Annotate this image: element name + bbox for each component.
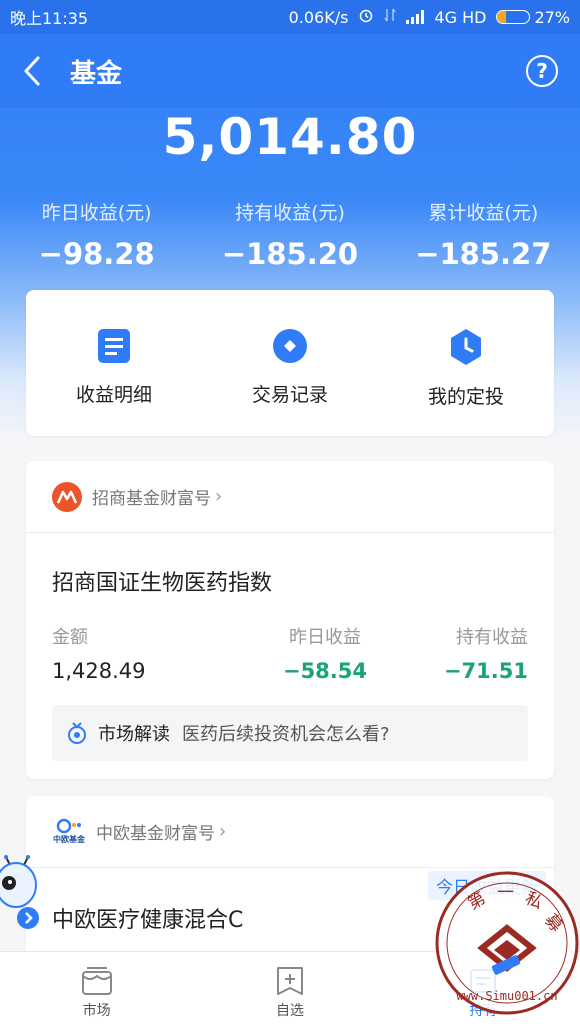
battery-icon — [496, 10, 531, 24]
alarm-icon — [358, 7, 374, 27]
assistant-mascot-button[interactable] — [0, 855, 46, 935]
fund-name: 招商国证生物医药指数 — [52, 571, 273, 596]
zhaoshang-logo-icon — [52, 481, 82, 512]
tab-label: 市场 — [82, 1003, 111, 1019]
metric-label: 累计收益(元) — [428, 202, 539, 224]
market-icon — [81, 967, 112, 995]
fund-col-value: −58.54 — [282, 659, 367, 683]
fund-col-label: 持有收益 — [455, 627, 528, 648]
page-title: 基金 — [70, 58, 123, 89]
fund-brand-name: 中欧基金财富号 — [96, 824, 215, 844]
insight-tag: 市场解读 — [98, 724, 170, 745]
quick-action-earnings-detail[interactable]: 收益明细 — [26, 290, 202, 436]
clock-icon — [451, 329, 481, 365]
quick-action-label: 收益明细 — [75, 384, 152, 406]
metric-label: 昨日收益(元) — [41, 202, 152, 224]
diamond-circle-icon — [273, 329, 307, 363]
fund-holding-profit: 持有收益 −71.51 — [393, 623, 528, 683]
battery-fill — [497, 11, 507, 23]
metric-value: −185.27 — [415, 237, 552, 271]
tab-watchlist[interactable]: 自选 — [193, 952, 386, 1031]
back-button[interactable] — [22, 51, 52, 91]
zhongou-logo-icon: 中欧基金 — [53, 818, 86, 844]
status-time: 晚上11:35 — [10, 9, 89, 28]
back-arrow-icon — [24, 56, 40, 86]
fund-brand-row[interactable]: 招商基金财富号 › — [26, 461, 554, 533]
chevron-right-icon: › — [215, 486, 223, 507]
fund-amount: 金额 1,428.49 — [52, 623, 187, 683]
quick-action-auto-invest[interactable]: 我的定投 — [378, 290, 554, 436]
battery-indicator: 27% — [496, 8, 570, 27]
robot-mascot-icon — [0, 855, 39, 929]
data-arrows-icon — [384, 7, 397, 27]
fund-card-zhaoshang[interactable]: 招商基金财富号 › 招商国证生物医药指数 金额 1,428.49 昨日收益 −5… — [26, 461, 554, 779]
metric-cumulative: 累计收益(元) −185.27 — [387, 198, 580, 271]
signal-icon — [406, 10, 425, 24]
status-network: 4G HD — [434, 7, 487, 27]
medal-icon — [68, 722, 86, 744]
fund-brand-name: 招商基金财富号 — [92, 489, 211, 509]
battery-percent: 27% — [534, 7, 570, 27]
metric-value: −98.28 — [38, 237, 155, 271]
metric-label: 持有收益(元) — [235, 202, 345, 224]
quick-action-transactions[interactable]: 交易记录 — [202, 290, 378, 436]
quick-action-label: 交易记录 — [251, 384, 328, 406]
tab-label: 自选 — [275, 1003, 304, 1019]
metric-holding: 持有收益(元) −185.20 — [193, 198, 386, 271]
watermark-stamp: 第 一 私 募 www.Simu001.cn — [432, 868, 580, 1018]
fund-col-label: 昨日收益 — [288, 627, 361, 648]
help-icon: ? — [536, 59, 548, 83]
chevron-right-icon: › — [219, 821, 227, 842]
help-button[interactable]: ? — [526, 55, 558, 87]
tab-market[interactable]: 市场 — [0, 952, 193, 1031]
status-net-speed: 0.06K/s — [288, 7, 349, 27]
quick-actions-card: 收益明细 交易记录 我的定投 — [26, 290, 554, 436]
svg-text:一: 一 — [497, 883, 514, 903]
document-icon — [98, 329, 130, 363]
fund-col-value: 1,428.49 — [52, 659, 146, 683]
fund-col-label: 金额 — [52, 627, 88, 648]
status-bar: 晚上11:35 0.06K/s 4G HD 27% — [0, 0, 580, 34]
profit-metrics: 昨日收益(元) −98.28 持有收益(元) −185.20 累计收益(元) −… — [0, 198, 580, 271]
svg-text:www.Simu001.cn: www.Simu001.cn — [456, 989, 557, 1003]
total-assets: 5,014.80 — [162, 108, 418, 166]
quick-action-label: 我的定投 — [427, 386, 504, 408]
svg-text:中欧基金: 中欧基金 — [53, 834, 86, 844]
fund-brand-row[interactable]: 中欧基金 中欧基金财富号 › — [26, 796, 554, 868]
metric-value: −185.20 — [221, 237, 359, 271]
fund-col-value: −71.51 — [443, 659, 528, 683]
fund-yesterday-profit: 昨日收益 −58.54 — [187, 623, 392, 683]
fund-values: 金额 1,428.49 昨日收益 −58.54 持有收益 −71.51 — [26, 623, 554, 683]
nav-bar: 基金 ? — [0, 34, 580, 108]
add-favorite-icon — [276, 967, 303, 995]
metric-yesterday: 昨日收益(元) −98.28 — [0, 198, 193, 271]
market-insight-banner[interactable]: 市场解读 医药后续投资机会怎么看? — [52, 705, 528, 761]
insight-text: 医药后续投资机会怎么看? — [182, 724, 390, 745]
